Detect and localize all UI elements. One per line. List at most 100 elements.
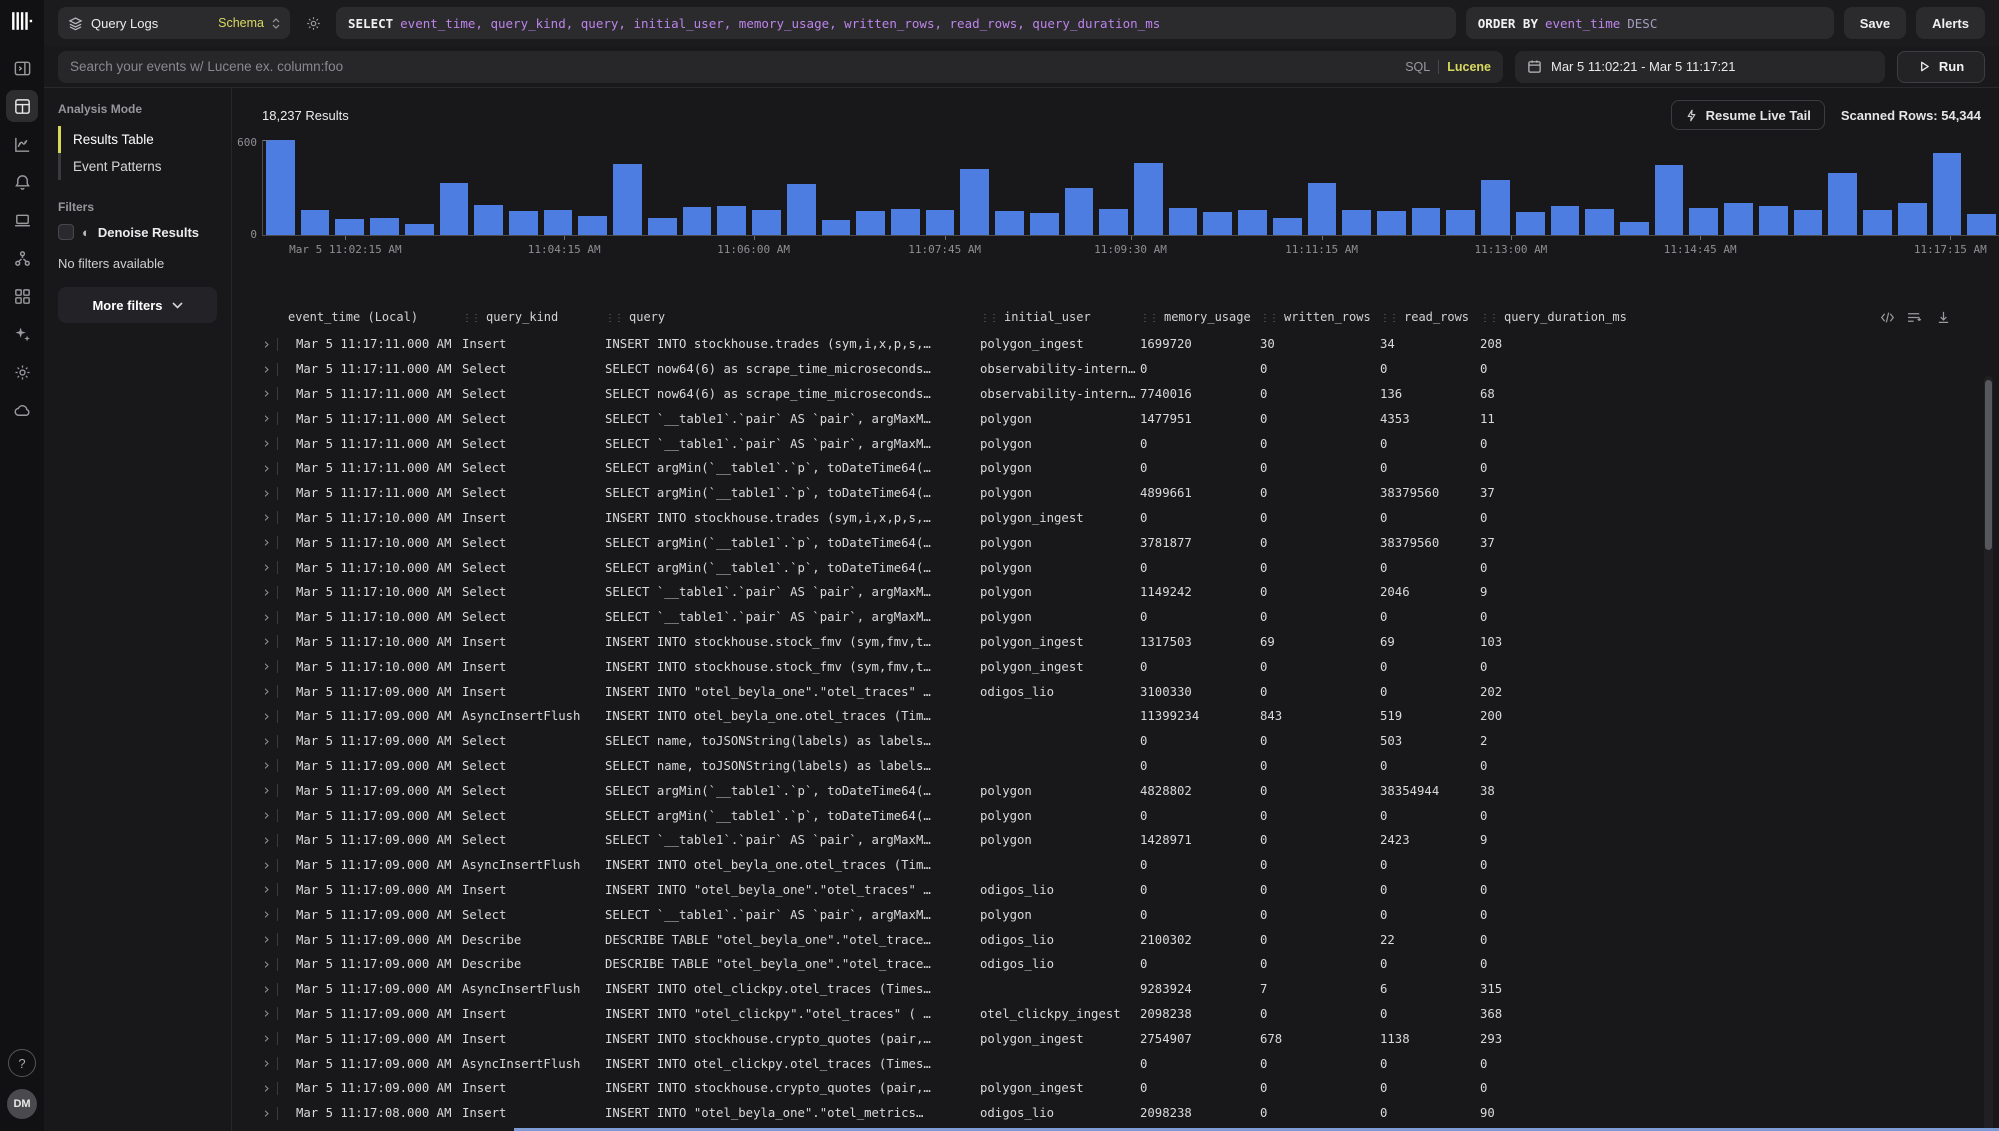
run-button[interactable]: Run bbox=[1897, 51, 1985, 83]
resume-live-tail-button[interactable]: Resume Live Tail bbox=[1671, 100, 1825, 130]
table-row[interactable]: ›Mar 5 11:17:09.000 AMDescribeDESCRIBE T… bbox=[232, 927, 1999, 952]
table-row[interactable]: ›Mar 5 11:17:09.000 AMAsyncInsertFlushIN… bbox=[232, 1051, 1999, 1076]
mode-results-table[interactable]: Results Table bbox=[58, 126, 217, 153]
histogram-bar[interactable] bbox=[856, 211, 885, 235]
app-logo-icon[interactable] bbox=[11, 10, 33, 32]
histogram-bar[interactable] bbox=[266, 140, 295, 235]
histogram-bar[interactable] bbox=[1377, 211, 1406, 235]
scrollbar-thumb[interactable] bbox=[1985, 380, 1992, 550]
histogram-bar[interactable] bbox=[1759, 206, 1788, 235]
table-row[interactable]: ›Mar 5 11:17:11.000 AMSelectSELECT `__ta… bbox=[232, 406, 1999, 431]
mode-sql-toggle[interactable]: SQL bbox=[1405, 60, 1430, 74]
table-row[interactable]: ›Mar 5 11:17:09.000 AMSelectSELECT name,… bbox=[232, 729, 1999, 754]
col-query-kind[interactable]: ⋮⋮query_kind bbox=[462, 310, 605, 324]
expand-row-icon[interactable]: › bbox=[262, 783, 271, 798]
col-initial-user[interactable]: ⋮⋮initial_user bbox=[980, 310, 1140, 324]
nav-alerts-bell-icon[interactable] bbox=[6, 166, 38, 198]
histogram-bar[interactable] bbox=[1933, 153, 1962, 235]
expand-row-icon[interactable]: › bbox=[262, 907, 271, 922]
table-row[interactable]: ›Mar 5 11:17:09.000 AMInsertINSERT INTO … bbox=[232, 1002, 1999, 1027]
histogram-bar[interactable] bbox=[1724, 203, 1753, 235]
more-filters-button[interactable]: More filters bbox=[58, 287, 217, 323]
nav-cloud-icon[interactable] bbox=[6, 394, 38, 426]
expand-row-icon[interactable]: › bbox=[262, 436, 271, 451]
expand-row-icon[interactable]: › bbox=[262, 461, 271, 476]
histogram-bar[interactable] bbox=[335, 219, 364, 235]
histogram-bar[interactable] bbox=[1308, 183, 1337, 235]
table-row[interactable]: ›Mar 5 11:17:09.000 AMInsertINSERT INTO … bbox=[232, 1076, 1999, 1101]
expand-row-icon[interactable]: › bbox=[262, 833, 271, 848]
histogram-bar[interactable] bbox=[891, 209, 920, 235]
text-wrap-icon[interactable] bbox=[1908, 310, 1923, 325]
histogram-bar[interactable] bbox=[926, 210, 955, 235]
sidebar-toggle-icon[interactable] bbox=[6, 52, 38, 84]
table-row[interactable]: ›Mar 5 11:17:11.000 AMSelectSELECT `__ta… bbox=[232, 431, 1999, 456]
denoise-checkbox[interactable] bbox=[58, 224, 74, 240]
histogram-bar[interactable] bbox=[787, 184, 816, 235]
expand-row-icon[interactable]: › bbox=[262, 1081, 271, 1096]
expand-row-icon[interactable]: › bbox=[262, 882, 271, 897]
histogram-bar[interactable] bbox=[1898, 203, 1927, 235]
expand-row-icon[interactable]: › bbox=[262, 386, 271, 401]
table-row[interactable]: ›Mar 5 11:17:09.000 AMInsertINSERT INTO … bbox=[232, 679, 1999, 704]
histogram-bar[interactable] bbox=[440, 183, 469, 235]
histogram-bar[interactable] bbox=[1203, 212, 1232, 235]
table-row[interactable]: ›Mar 5 11:17:10.000 AMInsertINSERT INTO … bbox=[232, 506, 1999, 531]
histogram-bar[interactable] bbox=[613, 164, 642, 235]
expand-row-icon[interactable]: › bbox=[262, 337, 271, 352]
table-row[interactable]: ›Mar 5 11:17:09.000 AMSelectSELECT name,… bbox=[232, 754, 1999, 779]
table-row[interactable]: ›Mar 5 11:17:09.000 AMDescribeDESCRIBE T… bbox=[232, 952, 1999, 977]
table-row[interactable]: ›Mar 5 11:17:09.000 AMAsyncInsertFlushIN… bbox=[232, 704, 1999, 729]
histogram-bar[interactable] bbox=[1689, 208, 1718, 235]
nav-service-map-icon[interactable] bbox=[6, 242, 38, 274]
histogram-bar[interactable] bbox=[648, 218, 677, 235]
histogram-bar[interactable] bbox=[405, 224, 434, 235]
user-avatar[interactable]: DM bbox=[7, 1089, 37, 1119]
col-written-rows[interactable]: ⋮⋮written_rows bbox=[1260, 310, 1380, 324]
col-event-time[interactable]: event_time (Local) bbox=[288, 310, 462, 324]
expand-row-icon[interactable]: › bbox=[262, 535, 271, 550]
expand-row-icon[interactable]: › bbox=[262, 659, 271, 674]
save-button[interactable]: Save bbox=[1844, 7, 1906, 39]
expand-row-icon[interactable]: › bbox=[262, 1031, 271, 1046]
table-row[interactable]: ›Mar 5 11:17:10.000 AMSelectSELECT `__ta… bbox=[232, 605, 1999, 630]
histogram-bar[interactable] bbox=[301, 210, 330, 235]
view-source-code-icon[interactable] bbox=[1880, 310, 1895, 325]
table-row[interactable]: ›Mar 5 11:17:11.000 AMSelectSELECT now64… bbox=[232, 357, 1999, 382]
table-row[interactable]: ›Mar 5 11:17:10.000 AMInsertINSERT INTO … bbox=[232, 654, 1999, 679]
expand-row-icon[interactable]: › bbox=[262, 932, 271, 947]
histogram-bar[interactable] bbox=[1134, 163, 1163, 235]
expand-row-icon[interactable]: › bbox=[262, 486, 271, 501]
table-row[interactable]: ›Mar 5 11:17:10.000 AMInsertINSERT INTO … bbox=[232, 630, 1999, 655]
expand-row-icon[interactable]: › bbox=[262, 709, 271, 724]
table-row[interactable]: ›Mar 5 11:17:10.000 AMSelectSELECT argMi… bbox=[232, 555, 1999, 580]
expand-row-icon[interactable]: › bbox=[262, 1106, 271, 1121]
col-query-duration[interactable]: ⋮⋮query_duration_ms bbox=[1480, 310, 1879, 324]
histogram-bar[interactable] bbox=[474, 205, 503, 235]
date-range-picker[interactable]: Mar 5 11:02:21 - Mar 5 11:17:21 bbox=[1515, 51, 1885, 83]
histogram-bar[interactable] bbox=[370, 218, 399, 235]
histogram-bar[interactable] bbox=[683, 207, 712, 235]
expand-row-icon[interactable]: › bbox=[262, 560, 271, 575]
col-memory-usage[interactable]: ⋮⋮memory_usage bbox=[1140, 310, 1260, 324]
histogram-bar[interactable] bbox=[1655, 165, 1684, 235]
histogram-bar[interactable] bbox=[1412, 208, 1441, 235]
download-icon[interactable] bbox=[1936, 310, 1951, 325]
select-clause-input[interactable]: SELECT event_time, query_kind, query, in… bbox=[336, 7, 1456, 39]
table-row[interactable]: ›Mar 5 11:17:09.000 AMAsyncInsertFlushIN… bbox=[232, 977, 1999, 1002]
nav-search-table-icon[interactable] bbox=[6, 90, 38, 122]
expand-row-icon[interactable]: › bbox=[262, 634, 271, 649]
histogram-bar[interactable] bbox=[960, 169, 989, 236]
histogram-bar[interactable] bbox=[995, 211, 1024, 235]
table-row[interactable]: ›Mar 5 11:17:10.000 AMSelectSELECT argMi… bbox=[232, 530, 1999, 555]
nav-dashboards-icon[interactable] bbox=[6, 280, 38, 312]
table-row[interactable]: ›Mar 5 11:17:09.000 AMInsertINSERT INTO … bbox=[232, 1026, 1999, 1051]
table-row[interactable]: ›Mar 5 11:17:09.000 AMInsertINSERT INTO … bbox=[232, 878, 1999, 903]
expand-row-icon[interactable]: › bbox=[262, 734, 271, 749]
histogram-bar[interactable] bbox=[1342, 210, 1371, 235]
expand-row-icon[interactable]: › bbox=[262, 808, 271, 823]
histogram-bar[interactable] bbox=[578, 216, 607, 235]
histogram-bar[interactable] bbox=[509, 211, 538, 235]
histogram-bar[interactable] bbox=[1238, 210, 1267, 235]
histogram-bar[interactable] bbox=[1794, 210, 1823, 235]
